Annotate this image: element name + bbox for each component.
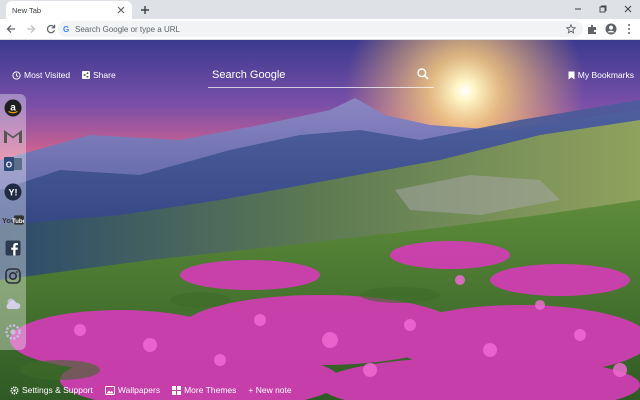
settings-support-button[interactable]: Settings & Support — [10, 385, 93, 395]
settings-icon[interactable] — [2, 321, 24, 343]
browser-toolbar: G Search Google or type a URL — [0, 19, 640, 40]
svg-text:Y!: Y! — [9, 188, 18, 198]
new-note-label: + New note — [248, 385, 292, 395]
window-controls — [565, 0, 640, 19]
close-window-icon[interactable] — [615, 0, 640, 17]
google-g-icon: G — [63, 24, 70, 34]
wallpapers-label: Wallpapers — [117, 385, 161, 395]
restore-icon[interactable] — [590, 0, 615, 17]
close-tab-icon[interactable] — [116, 5, 126, 15]
wallpapers-button[interactable]: Wallpapers — [104, 385, 161, 395]
weather-icon[interactable] — [2, 293, 24, 315]
history-clock-icon — [12, 70, 21, 80]
youtube-icon[interactable]: YouTube — [2, 209, 24, 231]
svg-text:Tube: Tube — [12, 219, 24, 225]
share-icon — [82, 71, 90, 79]
share-button[interactable]: Share — [82, 70, 116, 80]
more-themes-button[interactable]: More Themes — [172, 385, 236, 395]
search-icon[interactable] — [416, 67, 430, 81]
new-tab-button[interactable] — [138, 3, 152, 17]
gear-icon — [10, 385, 19, 395]
most-visited-label: Most Visited — [24, 70, 71, 80]
facebook-icon[interactable] — [2, 237, 24, 259]
address-bar-placeholder: Search Google or type a URL — [75, 24, 180, 34]
instagram-icon[interactable] — [2, 265, 24, 287]
bookmark-star-icon[interactable] — [565, 23, 577, 35]
my-bookmarks-button[interactable]: My Bookmarks — [568, 70, 634, 80]
image-icon — [104, 385, 115, 395]
new-note-button[interactable]: + New note — [248, 385, 291, 395]
extensions-puzzle-icon[interactable] — [585, 20, 600, 38]
more-themes-label: More Themes — [184, 385, 237, 395]
quick-links-sidebar: a O Y! YouTube — [0, 94, 26, 350]
new-tab-page: Most Visited Share My Bookmarks a O Y! Y… — [0, 40, 640, 400]
google-search-box — [208, 64, 434, 88]
address-bar[interactable]: G Search Google or type a URL — [58, 21, 583, 37]
forward-arrow-icon[interactable] — [22, 20, 40, 38]
google-search-input[interactable] — [212, 67, 412, 83]
most-visited-button[interactable]: Most Visited — [12, 70, 70, 80]
gmail-icon[interactable] — [2, 125, 24, 147]
back-arrow-icon[interactable] — [2, 20, 20, 38]
tab-new-tab[interactable]: New Tab — [6, 1, 132, 19]
more-menu-icon[interactable] — [621, 20, 636, 38]
profile-avatar-icon[interactable] — [603, 20, 618, 38]
wallpaper-mountain-sunset — [0, 40, 640, 400]
tab-strip: New Tab — [0, 0, 640, 19]
my-bookmarks-label: My Bookmarks — [577, 70, 634, 80]
bottom-toolbar: Settings & Support Wallpapers More Theme… — [0, 380, 640, 400]
amazon-icon[interactable]: a — [2, 97, 24, 119]
settings-support-label: Settings & Support — [22, 385, 93, 395]
outlook-icon[interactable]: O — [2, 153, 24, 175]
svg-text:O: O — [6, 161, 12, 170]
tab-title: New Tab — [12, 5, 42, 15]
minimize-icon[interactable] — [565, 0, 590, 17]
yahoo-icon[interactable]: Y! — [2, 181, 24, 203]
grid-icon — [172, 385, 182, 395]
share-label: Share — [93, 70, 116, 80]
bookmark-icon — [568, 71, 575, 79]
